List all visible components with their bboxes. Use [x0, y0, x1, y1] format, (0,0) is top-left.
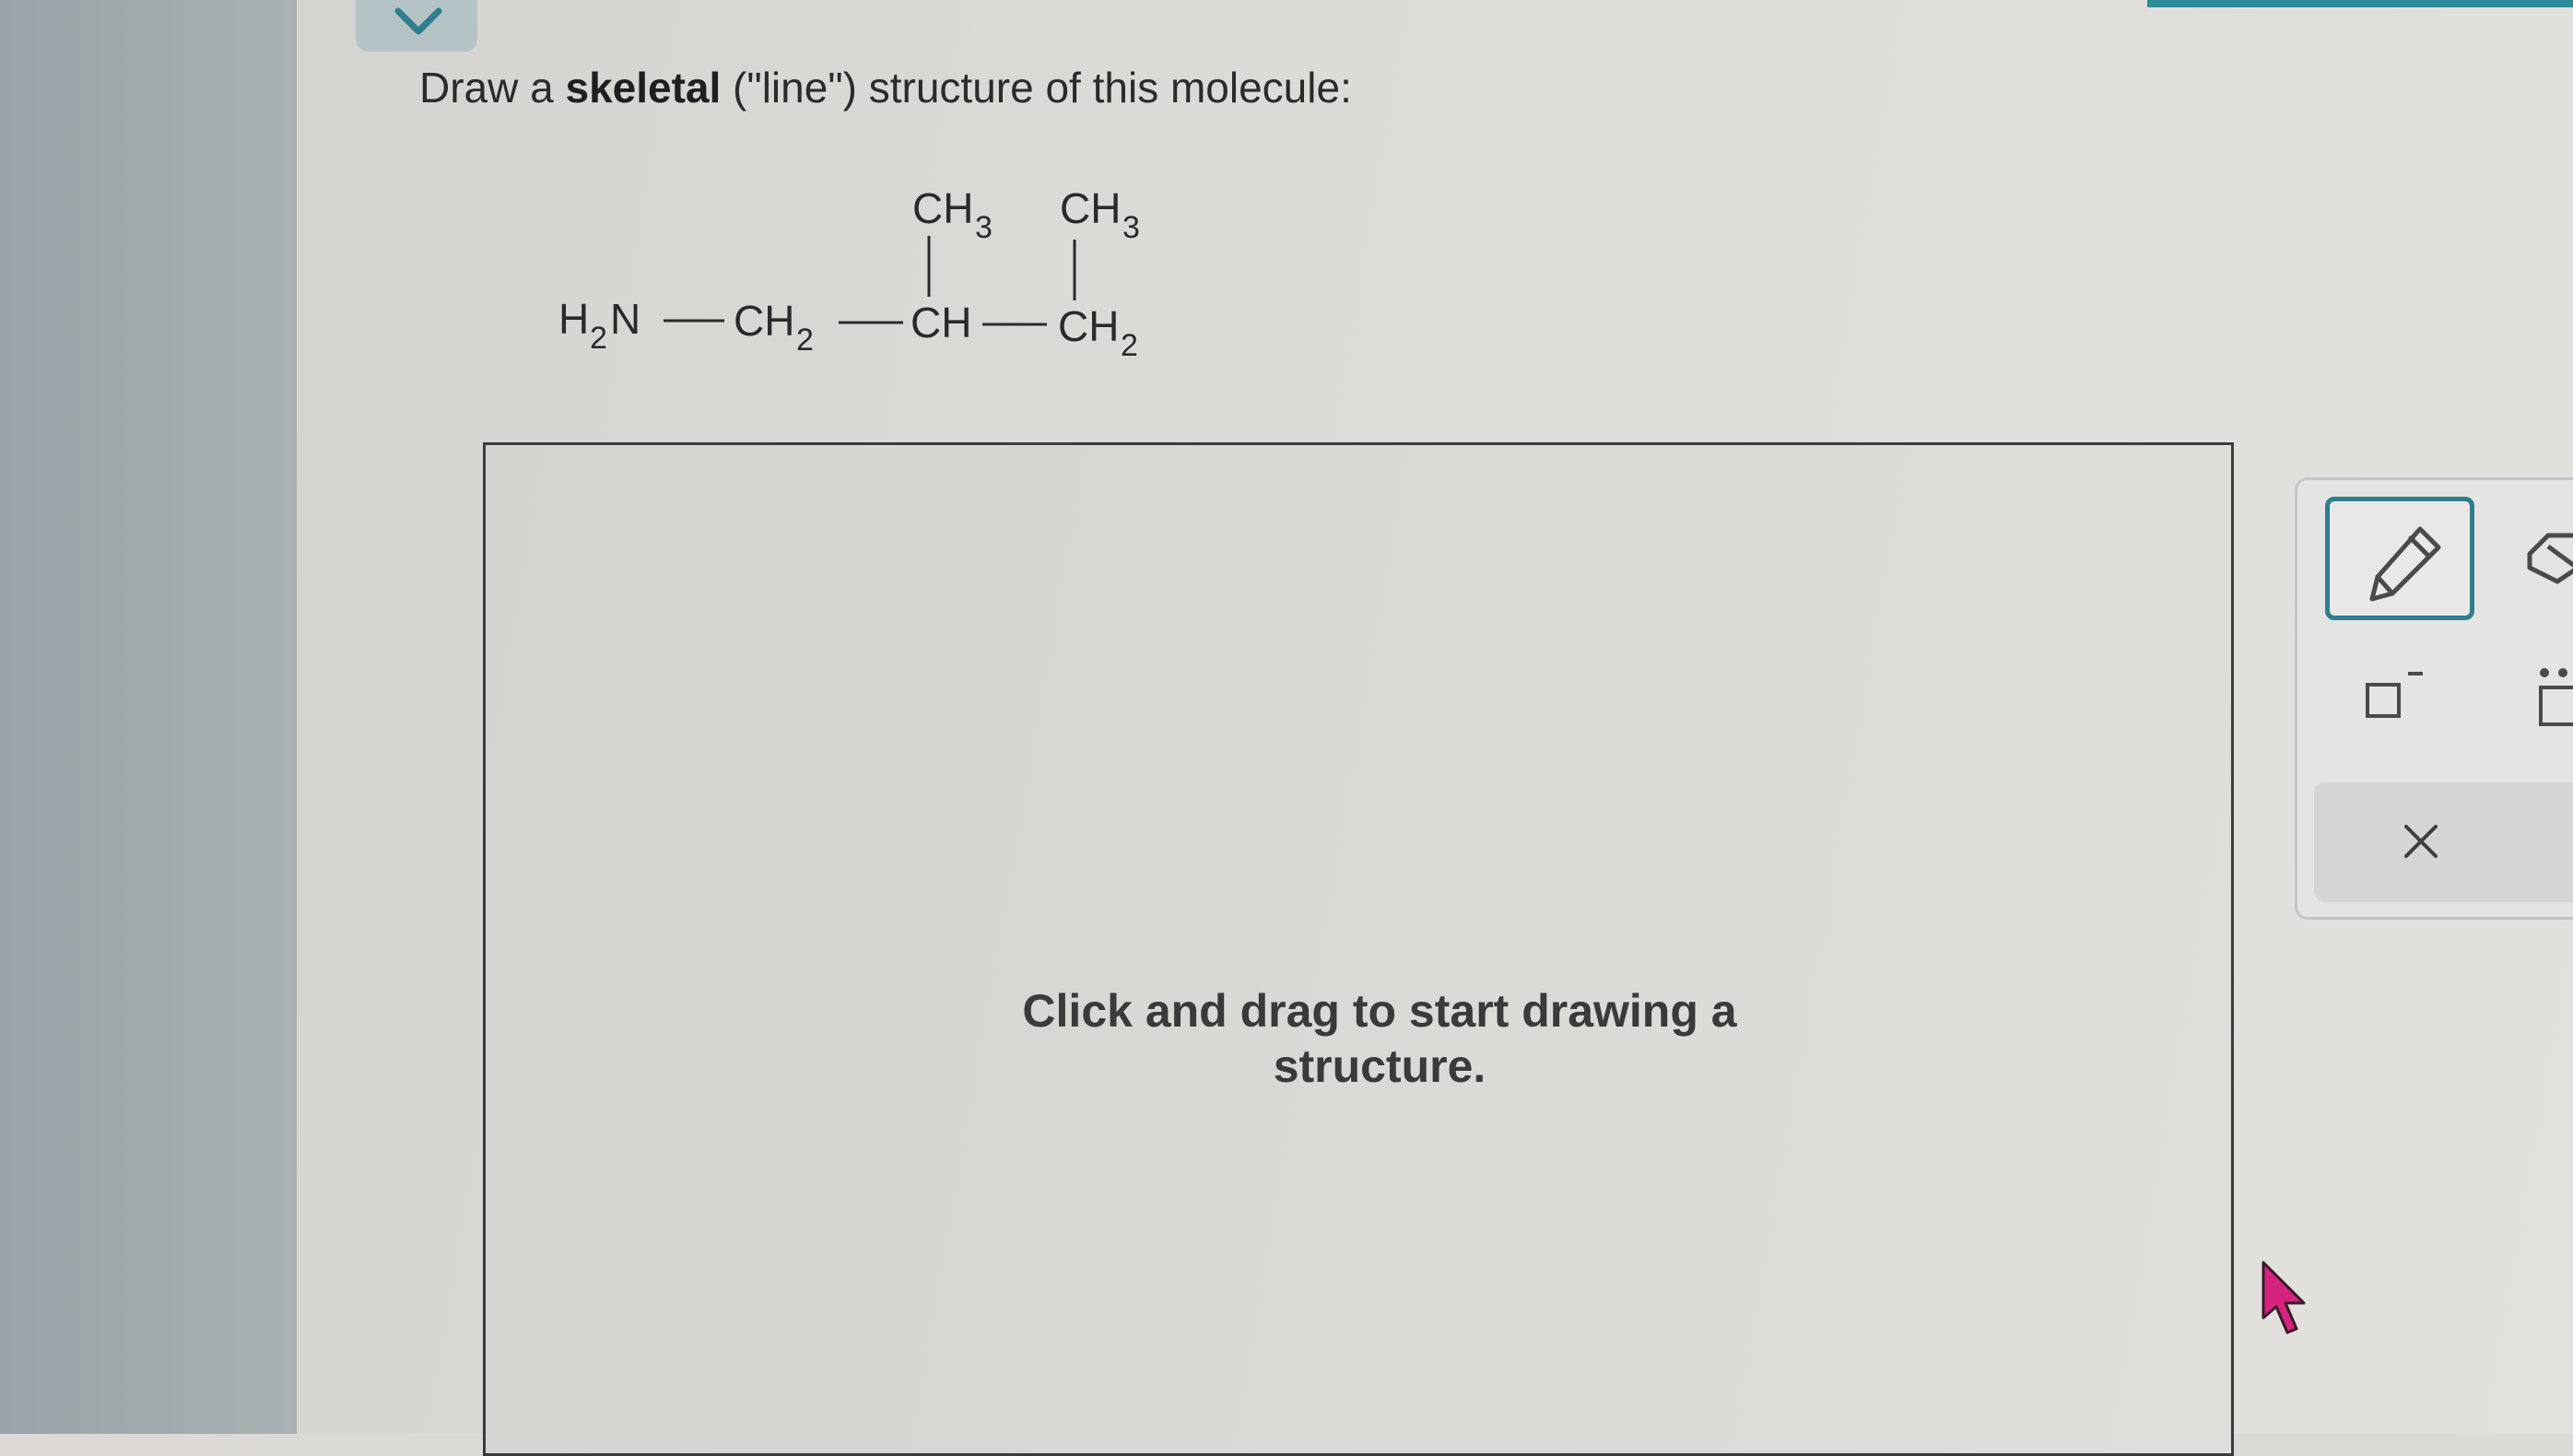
question-prompt: Draw a skeletal ("line") structure of th…: [419, 63, 1352, 112]
svg-text:CH: CH: [734, 297, 794, 345]
canvas-hint: Click and drag to start drawing a struct…: [1022, 985, 1737, 1092]
pencil-tool-button[interactable]: [2325, 497, 2474, 620]
top-accent-bar: [2147, 0, 2573, 7]
branch-ch3-left: CH 3: [912, 184, 993, 245]
close-icon: [2404, 825, 2438, 858]
group-ch2-first: CH 2: [734, 297, 814, 358]
svg-text:2: 2: [796, 323, 814, 358]
group-h2n: H 2 N: [558, 295, 640, 356]
collapse-button[interactable]: [356, 0, 477, 52]
svg-text:CH: CH: [912, 184, 973, 232]
chevron-down-icon: [394, 7, 442, 35]
prompt-text-end: ("line") structure of this molecule:: [721, 64, 1352, 112]
svg-text:N: N: [610, 295, 640, 343]
eraser-icon: [2527, 533, 2573, 584]
drawing-canvas[interactable]: Click and drag to start drawing a struct…: [483, 442, 2234, 1456]
svg-text:CH: CH: [1058, 302, 1119, 350]
drawing-toolbar: [2295, 477, 2573, 920]
branch-ch3-right: CH 3: [1060, 184, 1140, 245]
svg-text:3: 3: [1122, 210, 1140, 245]
condensed-structure: CH 3 CH 3 H 2 N CH 2 CH CH 2: [558, 184, 1140, 363]
lone-pair-tool-button[interactable]: [2524, 660, 2573, 734]
prompt-bold-word: skeletal: [565, 64, 722, 112]
mouse-cursor-icon: [2262, 1261, 2306, 1334]
left-background-strip: [0, 0, 297, 1434]
pencil-icon: [2369, 526, 2441, 602]
charge-icon: [2366, 672, 2423, 718]
prompt-text-start: Draw a: [419, 64, 566, 112]
svg-text:CH: CH: [1060, 184, 1121, 232]
svg-text:H: H: [558, 295, 589, 343]
eraser-tool-button[interactable]: [2520, 526, 2573, 600]
svg-text:2: 2: [1121, 328, 1138, 363]
svg-text:3: 3: [975, 210, 993, 245]
clear-canvas-button[interactable]: [2314, 782, 2573, 902]
group-ch2-last: CH 2: [1058, 302, 1138, 363]
svg-text:CH: CH: [911, 299, 971, 346]
svg-text:2: 2: [590, 321, 607, 356]
group-ch: CH: [911, 299, 971, 346]
lone-pair-icon: [2539, 668, 2573, 726]
charge-tool-button[interactable]: [2362, 663, 2436, 727]
